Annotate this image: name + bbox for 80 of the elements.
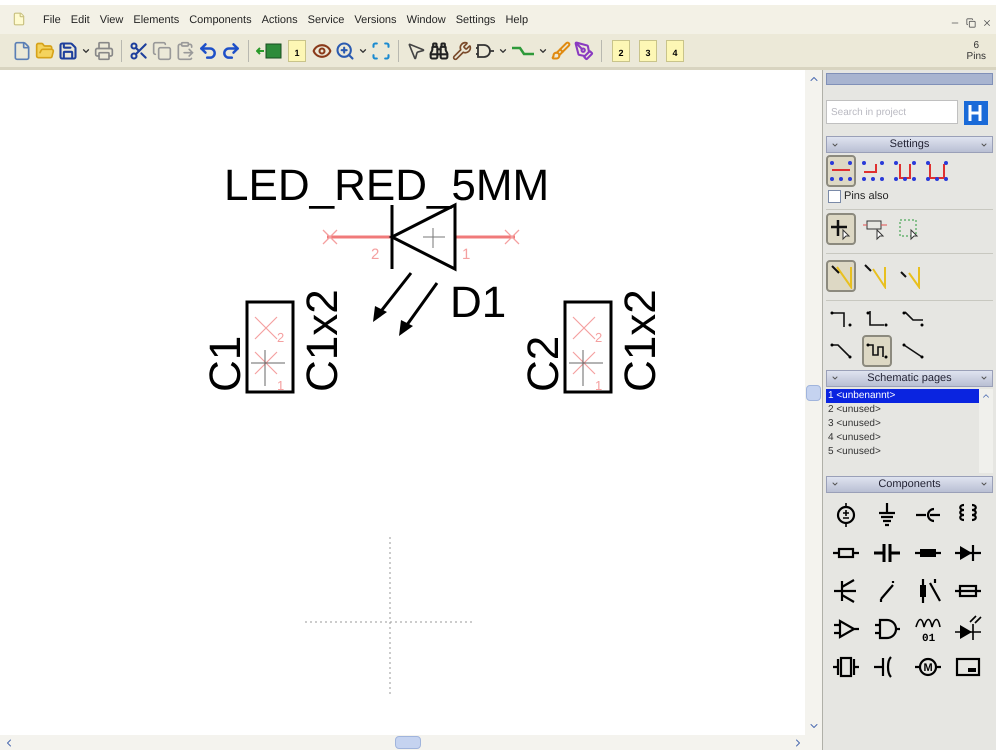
import-board-icon[interactable]: [256, 42, 282, 60]
pin-number: 2: [371, 246, 380, 263]
wrench-icon[interactable]: [452, 40, 472, 60]
collapse-caret-icon[interactable]: [980, 140, 988, 148]
select-tool-button[interactable]: [826, 212, 856, 244]
binoculars-icon[interactable]: [429, 40, 449, 60]
search-project-icon[interactable]: [962, 99, 988, 125]
checkbox-label: Pins also: [844, 189, 889, 204]
scroll-thumb[interactable]: [395, 736, 421, 749]
search-field[interactable]: Search in project: [826, 100, 958, 124]
pin-number: 2: [595, 330, 602, 345]
page-list-item[interactable]: 4 <unused>: [826, 430, 979, 444]
collapse-caret-icon[interactable]: [831, 480, 839, 488]
light-arrows-icon: [373, 272, 438, 336]
list-scrollbar[interactable]: [979, 388, 993, 472]
page-list-item[interactable]: 5 <unused>: [826, 444, 979, 458]
page-button[interactable]: 4: [666, 40, 684, 62]
menu-item[interactable]: Elements: [128, 12, 184, 28]
wire-shape-icon: [866, 308, 888, 328]
menu-item[interactable]: Components: [184, 12, 257, 28]
pin-number: 2: [277, 330, 284, 345]
collapse-caret-icon[interactable]: [980, 480, 988, 488]
close-icon[interactable]: [982, 18, 992, 28]
pin-number: 1: [462, 246, 470, 263]
section-title: Settings: [890, 137, 930, 152]
horizontal-scrollbar[interactable]: [0, 735, 822, 750]
pin-number: 1: [595, 378, 602, 393]
page-list-item[interactable]: 3 <unused>: [826, 416, 979, 430]
pen-icon[interactable]: [574, 40, 594, 60]
collapse-caret-icon[interactable]: [831, 140, 839, 148]
page-button[interactable]: 3: [639, 40, 657, 62]
wire-style-button[interactable]: [862, 334, 892, 366]
vertical-scrollbar[interactable]: [805, 70, 822, 735]
menu-item[interactable]: Versions: [349, 12, 402, 28]
part-value: C1x2: [616, 289, 665, 392]
menu-item[interactable]: Actions: [256, 12, 303, 28]
menu-item[interactable]: Service: [302, 12, 350, 28]
section-title: Components: [878, 476, 941, 492]
pins-also-checkbox[interactable]: [828, 190, 841, 203]
menu-item[interactable]: Window: [402, 12, 451, 28]
scissors-icon[interactable]: [129, 40, 149, 60]
gate-icon[interactable]: [475, 42, 495, 60]
zoom-in-icon[interactable]: [335, 40, 355, 60]
save-icon[interactable]: [58, 40, 78, 60]
part-name: C2: [519, 336, 568, 392]
section-title: Schematic pages: [867, 370, 952, 386]
new-file-icon[interactable]: [12, 40, 32, 60]
pin-count-label: Pins: [966, 50, 986, 62]
page-button[interactable]: 2: [612, 40, 630, 62]
document-icon: [12, 10, 26, 28]
page-list-item[interactable]: 1 <unbenannt>: [826, 388, 979, 402]
menu-item[interactable]: Settings: [450, 12, 500, 28]
scroll-thumb[interactable]: [806, 385, 821, 401]
wire-shape-icon: [902, 340, 924, 360]
wire-shape-icon: [830, 308, 852, 328]
wire-shape-icon: [866, 340, 888, 360]
restore-icon[interactable]: [966, 18, 976, 28]
menu-item[interactable]: Edit: [66, 12, 95, 28]
schematic-canvas[interactable]: LED_RED_5MM 2 1 D1 2 1 C1 C1x2 2 1 C2 C1x2: [0, 70, 805, 735]
menu-item[interactable]: View: [94, 12, 128, 28]
routing-mode-button[interactable]: [826, 155, 856, 187]
page-button[interactable]: 1: [288, 40, 306, 62]
collapse-caret-icon[interactable]: [980, 374, 988, 382]
part-value: C1x2: [298, 289, 347, 392]
led-symbol-icon[interactable]: [954, 614, 982, 642]
wire-shape-icon: [830, 340, 852, 360]
part-name: C1: [201, 336, 250, 392]
undo-icon[interactable]: [198, 40, 218, 60]
pin-count-value: 6: [973, 40, 980, 50]
part-value: LED_RED_5MM: [224, 161, 550, 210]
angle-mode-button[interactable]: [826, 260, 856, 292]
collapse-caret-icon[interactable]: [831, 374, 839, 382]
redo-icon[interactable]: [221, 40, 241, 60]
page-list-item[interactable]: 2 <unused>: [826, 402, 979, 416]
part-name: D1: [450, 278, 506, 327]
pointer-icon[interactable]: [406, 40, 426, 60]
menu-item[interactable]: Help: [500, 12, 534, 28]
menu-item[interactable]: File: [38, 12, 66, 28]
pin-number: 1: [277, 378, 284, 393]
wire-shape-icon: [902, 308, 924, 328]
